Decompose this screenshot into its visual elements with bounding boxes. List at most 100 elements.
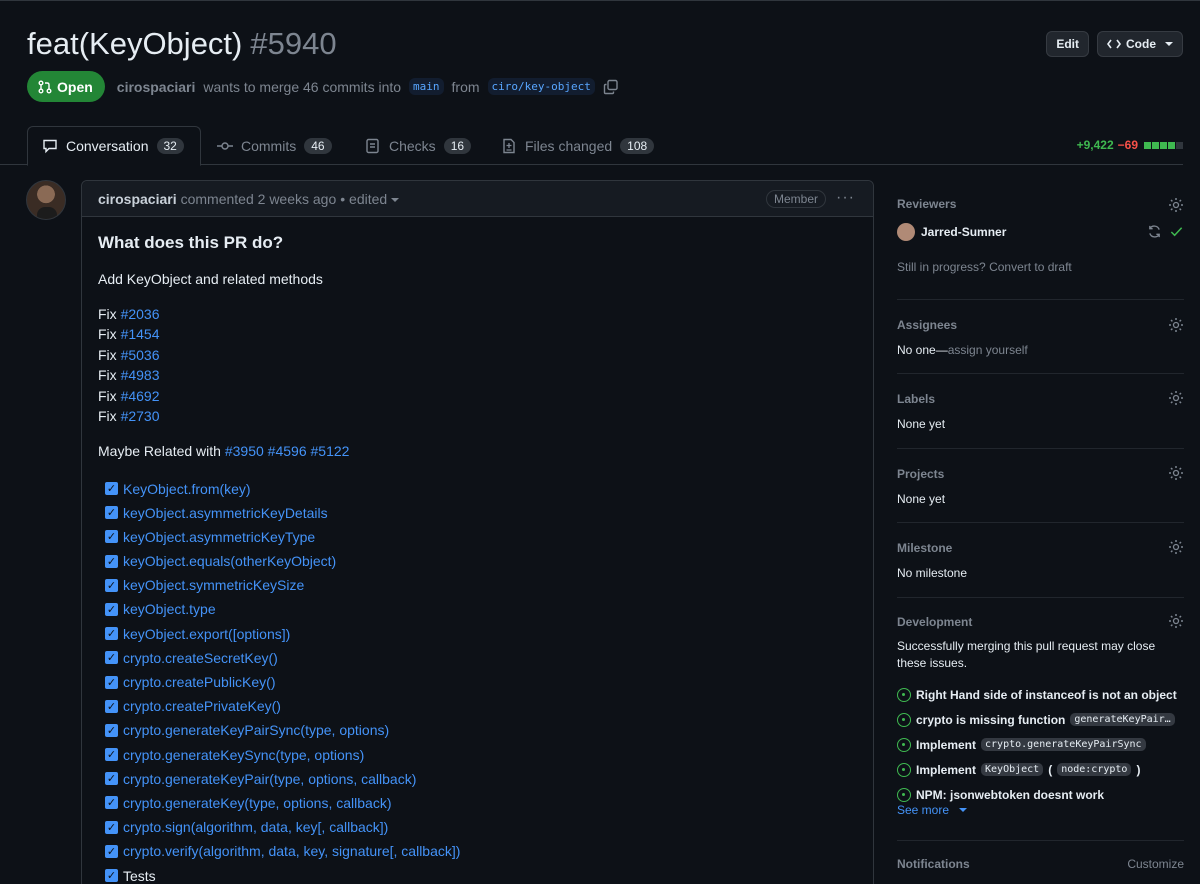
status-label: Open	[57, 78, 93, 95]
task-link[interactable]: crypto.generateKeySync(type, options)	[123, 747, 364, 763]
task-link[interactable]: crypto.createPrivateKey()	[123, 698, 281, 714]
issue-link[interactable]: #3950	[225, 443, 264, 459]
check-icon	[1170, 227, 1183, 237]
task-link[interactable]: crypto.generateKeyPair(type, options, ca…	[123, 771, 416, 787]
reviewer-avatar[interactable]	[897, 223, 915, 241]
checkbox-checked[interactable]: ✓	[105, 602, 118, 616]
issue-title: NPM: jsonwebtoken doesnt work	[916, 787, 1105, 802]
issue-link[interactable]: #5036	[121, 347, 160, 363]
issue-title: Implement	[916, 762, 977, 777]
task-link[interactable]: keyObject.asymmetricKeyType	[123, 529, 315, 545]
progress-question: Still in progress?	[897, 260, 986, 274]
checkbox-checked[interactable]: ✓	[105, 844, 118, 858]
checkbox-checked[interactable]: ✓	[105, 651, 118, 665]
task-link[interactable]: crypto.createPublicKey()	[123, 674, 276, 690]
task-item: ✓ keyObject.equals(otherKeyObject)	[105, 549, 857, 573]
task-link[interactable]: keyObject.export([options])	[123, 626, 290, 642]
assign-yourself-link[interactable]: assign yourself	[948, 343, 1028, 357]
linked-issue[interactable]: Implement crypto.generateKeyPairSync	[897, 732, 1184, 757]
gear-icon[interactable]	[1168, 317, 1184, 333]
copy-icon[interactable]	[603, 79, 619, 95]
linked-issue[interactable]: Right Hand side of instanceof is not an …	[897, 682, 1184, 707]
checkbox-checked[interactable]: ✓	[105, 554, 118, 568]
issue-link[interactable]: #4596	[268, 443, 307, 459]
edited-dropdown[interactable]: • edited	[340, 191, 400, 207]
tab-files-changed[interactable]: Files changed 108	[501, 126, 655, 165]
gear-icon[interactable]	[1168, 613, 1184, 629]
gear-icon[interactable]	[1168, 197, 1184, 213]
edit-button[interactable]: Edit	[1046, 31, 1089, 57]
task-link[interactable]: crypto.createSecretKey()	[123, 650, 278, 666]
checkbox-checked[interactable]: ✓	[105, 723, 118, 737]
task-list: ✓ KeyObject.from(key) ✓ keyObject.asymmetri…	[105, 476, 857, 884]
comment-author[interactable]: cirospaciari	[98, 191, 177, 207]
task-item: ✓ keyObject.symmetricKeySize	[105, 573, 857, 597]
projects-title[interactable]: Projects	[897, 467, 944, 481]
gear-icon[interactable]	[1168, 390, 1184, 406]
milestone-section: Milestone No milestone	[897, 523, 1184, 598]
linked-issue[interactable]: crypto is missing function generateKeyPai…	[897, 707, 1184, 732]
customize-link[interactable]: Customize	[1127, 857, 1184, 871]
task-link[interactable]: keyObject.type	[123, 601, 216, 617]
comment-timestamp[interactable]: commented 2 weeks ago	[181, 191, 337, 207]
issue-link[interactable]: #2036	[121, 306, 160, 322]
task-item: ✓ crypto.generateKeySync(type, options)	[105, 743, 857, 767]
task-link[interactable]: keyObject.asymmetricKeyDetails	[123, 505, 328, 521]
issue-link[interactable]: #5122	[311, 443, 350, 459]
author-link[interactable]: cirospaciari	[117, 79, 196, 95]
head-branch[interactable]: ciro/key-object	[487, 78, 595, 95]
assignees-title[interactable]: Assignees	[897, 318, 957, 332]
task-link[interactable]: crypto.generateKey(type, options, callba…	[123, 795, 391, 811]
re-request-review-icon[interactable]	[1147, 224, 1162, 239]
checkbox-checked[interactable]: ✓	[105, 748, 118, 762]
labels-title[interactable]: Labels	[897, 392, 935, 406]
checkbox-checked[interactable]: ✓	[105, 578, 118, 592]
chevron-down-icon	[1165, 42, 1173, 46]
issue-link[interactable]: #4692	[121, 388, 160, 404]
checkbox-checked[interactable]: ✓	[105, 699, 118, 713]
fix-item: Fix #2036	[98, 304, 857, 324]
gear-icon[interactable]	[1168, 465, 1184, 481]
gear-icon[interactable]	[1168, 539, 1184, 555]
milestone-title[interactable]: Milestone	[897, 541, 952, 555]
reviewer-name[interactable]: Jarred-Sumner	[921, 225, 1006, 239]
see-more-label: See more	[897, 803, 950, 817]
checkbox-checked[interactable]: ✓	[105, 869, 118, 883]
checkbox-checked[interactable]: ✓	[105, 675, 118, 689]
checklist-icon	[366, 138, 379, 153]
checkbox-checked[interactable]: ✓	[105, 530, 118, 544]
fix-label: Fix	[98, 306, 117, 322]
issue-link[interactable]: #2730	[121, 408, 160, 424]
kebab-menu-icon[interactable]: ···	[836, 189, 855, 207]
code-button[interactable]: Code	[1097, 31, 1183, 57]
checkbox-checked[interactable]: ✓	[105, 506, 118, 520]
reviewers-title[interactable]: Reviewers	[897, 197, 956, 211]
see-more-button[interactable]: See more	[897, 803, 968, 817]
fix-list: Fix #2036 Fix #1454 Fix #5036 Fix #4983 Fix …	[98, 304, 857, 426]
task-link[interactable]: crypto.generateKeyPairSync(type, options…	[123, 722, 389, 738]
checkbox-checked[interactable]: ✓	[105, 627, 118, 641]
fix-label: Fix	[98, 408, 117, 425]
tab-conversation[interactable]: Conversation 32	[27, 126, 201, 166]
issue-link[interactable]: #1454	[121, 326, 160, 342]
tab-checks[interactable]: Checks 16	[365, 126, 472, 165]
issue-link[interactable]: #4983	[121, 367, 160, 383]
avatar[interactable]	[26, 180, 66, 220]
task-link[interactable]: KeyObject.from(key)	[123, 481, 251, 497]
task-link[interactable]: keyObject.equals(otherKeyObject)	[123, 553, 336, 569]
notifications-title: Notifications	[897, 857, 970, 871]
base-branch[interactable]: main	[409, 78, 444, 95]
task-link[interactable]: keyObject.symmetricKeySize	[123, 577, 304, 593]
checkbox-checked[interactable]: ✓	[105, 796, 118, 810]
checkbox-checked[interactable]: ✓	[105, 820, 118, 834]
task-link[interactable]: crypto.verify(algorithm, data, key, sign…	[123, 843, 460, 859]
checkbox-checked[interactable]: ✓	[105, 482, 118, 496]
linked-issue[interactable]: Implement KeyObject (node:crypto)	[897, 757, 1184, 782]
code-icon	[1107, 39, 1121, 49]
task-link[interactable]: crypto.sign(algorithm, data, key[, callb…	[123, 819, 388, 835]
development-title[interactable]: Development	[897, 615, 972, 629]
tab-commits[interactable]: Commits 46	[217, 126, 332, 165]
convert-to-draft-link[interactable]: Convert to draft	[989, 260, 1072, 274]
checkbox-checked[interactable]: ✓	[105, 772, 118, 786]
development-description: Successfully merging this pull request m…	[897, 639, 1156, 670]
